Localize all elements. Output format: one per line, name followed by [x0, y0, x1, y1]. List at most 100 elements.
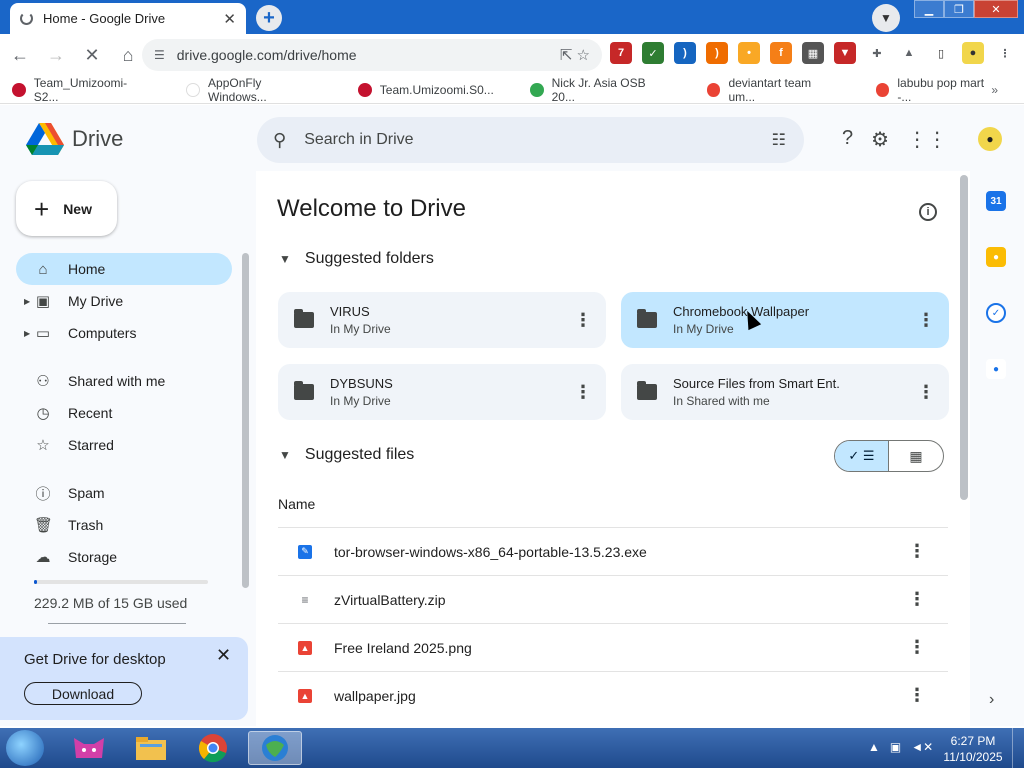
file-row[interactable]: ✎ tor-browser-windows-x86_64-portable-13.… — [278, 527, 948, 575]
new-tab-button[interactable]: + — [256, 5, 282, 31]
close-window-icon[interactable]: ✕ — [974, 0, 1018, 18]
bookmark-item[interactable]: deviantart team um... — [706, 76, 840, 104]
bookmarks-more-icon[interactable]: » — [991, 83, 998, 97]
folder-card[interactable]: DYBSUNS In My Drive ⋮ — [278, 364, 606, 420]
site-info-icon[interactable]: ☰ — [154, 48, 165, 62]
extension-person-icon[interactable]: • — [738, 42, 760, 64]
file-row[interactable]: ▲ Free Ireland 2025.png ⋮ — [278, 623, 948, 671]
suggested-folders-toggle[interactable]: ▼ Suggested folders — [279, 250, 434, 268]
drive-logo[interactable]: Drive — [26, 123, 123, 155]
extension-f-icon[interactable]: f — [770, 42, 792, 64]
column-header-name[interactable]: Name — [278, 496, 315, 512]
extension-guard-icon[interactable]: ✓ — [642, 42, 664, 64]
sidebar-item-shared-with-me[interactable]: ⚇ Shared with me — [16, 365, 232, 397]
search-input[interactable]: Search in Drive — [304, 131, 413, 149]
settings-gear-icon[interactable]: ⚙ — [871, 127, 889, 152]
more-actions-icon[interactable]: ⋮ — [574, 310, 592, 331]
more-actions-icon[interactable]: ⋮ — [917, 310, 935, 331]
sidebar-item-recent[interactable]: ◷ Recent — [16, 397, 232, 429]
shared-icon: ⚇ — [36, 373, 50, 390]
side-panel-icon[interactable]: ▯ — [930, 42, 952, 64]
forward-icon[interactable]: → — [40, 39, 72, 71]
sidebar-item-starred[interactable]: ☆ Starred — [16, 429, 232, 461]
extension-thumb-icon[interactable]: ▼ — [834, 42, 856, 64]
file-row[interactable]: ≡ zVirtualBattery.zip ⋮ — [278, 575, 948, 623]
browser-tab[interactable]: Home - Google Drive ✕ — [10, 3, 246, 34]
keep-icon[interactable]: ● — [986, 247, 1006, 267]
calendar-icon[interactable]: 31 — [986, 191, 1006, 211]
main-scrollbar[interactable] — [960, 175, 968, 500]
sidebar-item-my-drive[interactable]: ▶ ▣ My Drive — [16, 285, 232, 317]
taskbar-clock[interactable]: 6:27 PM 11/10/2025 — [940, 733, 1006, 765]
bookmark-item[interactable]: AppOnFly Windows... — [186, 76, 322, 104]
close-tab-icon[interactable]: ✕ — [223, 10, 236, 28]
stop-icon[interactable]: ✕ — [76, 39, 108, 71]
taskbar-active-app-icon[interactable] — [248, 731, 302, 765]
folder-card[interactable]: Source Files from Smart Ent. In Shared wi… — [621, 364, 949, 420]
home-browser-icon[interactable]: ⌂ — [112, 39, 144, 71]
extension-shield-icon[interactable]: 7 — [610, 42, 632, 64]
more-actions-icon[interactable]: ⋮ — [917, 382, 935, 403]
search-options-icon[interactable]: ☷ — [772, 130, 786, 150]
promo-close-icon[interactable]: ✕ — [216, 645, 231, 666]
folder-location: In My Drive — [330, 322, 391, 336]
extension-signal-icon[interactable]: ) — [706, 42, 728, 64]
taskbar-app-cat-icon[interactable] — [62, 731, 116, 765]
new-button[interactable]: + New — [16, 181, 117, 236]
more-actions-icon[interactable]: ⋮ — [908, 541, 926, 562]
folder-card[interactable]: Chromebook Wallpaper In My Drive ⋮ — [621, 292, 949, 348]
extensions-puzzle-icon[interactable]: ✚ — [866, 42, 888, 64]
search-bar[interactable]: ⚲ Search in Drive ☷ — [257, 117, 804, 163]
contacts-icon[interactable]: ● — [986, 359, 1006, 379]
info-icon[interactable]: i — [919, 203, 937, 221]
download-button[interactable]: Download — [24, 682, 142, 705]
help-icon[interactable]: ? — [842, 127, 853, 152]
more-actions-icon[interactable]: ⋮ — [908, 685, 926, 706]
back-icon[interactable]: ← — [4, 39, 36, 71]
sidebar-scrollbar[interactable] — [242, 253, 249, 588]
sidebar-item-computers[interactable]: ▶ ▭ Computers — [16, 317, 232, 349]
extension-wave-icon[interactable]: ) — [674, 42, 696, 64]
file-row[interactable]: ▲ wallpaper.jpg ⋮ — [278, 671, 948, 719]
profile-icon[interactable]: ● — [962, 42, 984, 64]
tray-expand-icon[interactable]: ▲ — [868, 740, 880, 754]
folder-card[interactable]: VIRUS In My Drive ⋮ — [278, 292, 606, 348]
expand-caret-icon[interactable]: ▶ — [24, 329, 30, 338]
sidebar-item-home[interactable]: ⌂ Home — [16, 253, 232, 285]
taskbar-chrome-icon[interactable] — [186, 731, 240, 765]
tab-search-button[interactable]: ▼ — [872, 4, 900, 32]
apps-grid-icon[interactable]: ⋮⋮ — [907, 127, 947, 152]
bookmark-item[interactable]: Nick Jr. Asia OSB 20... — [529, 76, 671, 104]
address-bar[interactable]: ☰ drive.google.com/drive/home ⇱ ☆ — [142, 39, 602, 71]
sidebar-item-trash[interactable]: 🗑 Trash — [16, 509, 232, 541]
bookmark-item[interactable]: Team_Umizoomi-S2... — [12, 76, 150, 104]
bookmark-item[interactable]: labubu pop mart -... — [875, 76, 1000, 104]
sidebar-item-spam[interactable]: ⓘ Spam — [16, 477, 232, 509]
more-actions-icon[interactable]: ⋮ — [908, 589, 926, 610]
expand-caret-icon[interactable]: ▶ — [24, 297, 30, 306]
minimize-icon[interactable]: ▁ — [914, 0, 944, 18]
chevron-down-icon: ▼ — [279, 448, 291, 462]
extension-box-icon[interactable]: ▦ — [802, 42, 824, 64]
share-star-icons[interactable]: ⇱ ☆ — [560, 46, 590, 64]
restore-icon[interactable]: ❐ — [944, 0, 974, 18]
sidebar-item-storage[interactable]: ☁ Storage — [16, 541, 232, 573]
tasks-icon[interactable]: ✓ — [986, 303, 1006, 323]
extension-flask-icon[interactable]: ▲ — [898, 42, 920, 64]
volume-muted-icon[interactable]: ◄✕ — [911, 740, 933, 754]
search-icon[interactable]: ⚲ — [273, 130, 286, 151]
suggested-files-toggle[interactable]: ▼ Suggested files — [279, 446, 414, 464]
start-button-icon[interactable] — [6, 730, 44, 766]
menu-kebab-icon[interactable]: ⋮ — [994, 42, 1016, 64]
account-avatar[interactable]: ● — [978, 127, 1002, 151]
grid-view-button[interactable]: ▦ — [889, 441, 943, 471]
bookmark-item[interactable]: Team.Umizoomi.S0... — [357, 82, 494, 97]
more-actions-icon[interactable]: ⋮ — [574, 382, 592, 403]
expand-panel-icon[interactable]: › — [989, 691, 994, 709]
bookmark-favicon-icon — [706, 82, 721, 97]
more-actions-icon[interactable]: ⋮ — [908, 637, 926, 658]
show-desktop-button[interactable] — [1012, 728, 1024, 768]
taskbar-file-explorer-icon[interactable] — [124, 731, 178, 765]
list-view-button[interactable]: ✓ ☰ — [835, 441, 890, 471]
network-icon[interactable]: ▣ — [890, 740, 901, 754]
